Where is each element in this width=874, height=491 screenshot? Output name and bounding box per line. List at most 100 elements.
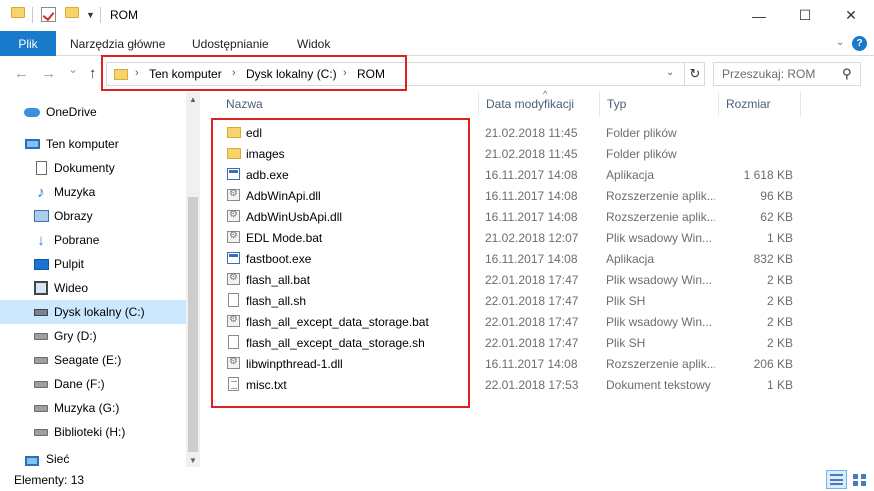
file-date: 22.01.2018 17:47 — [485, 336, 579, 350]
file-date: 21.02.2018 11:45 — [485, 126, 578, 140]
help-icon[interactable]: ? — [852, 36, 867, 51]
tab-home[interactable]: Narzędzia główne — [70, 31, 165, 56]
sidebar-item-desktop[interactable]: Pulpit — [0, 252, 186, 276]
properties-icon[interactable] — [41, 7, 56, 22]
maximize-button[interactable]: ☐ — [782, 0, 828, 31]
quick-access-divider — [32, 7, 33, 23]
sidebar-item-documents[interactable]: Dokumenty — [0, 156, 186, 180]
sidebar-item-downloads[interactable]: ↓ Pobrane — [0, 228, 186, 252]
column-header-size[interactable]: Rozmiar — [726, 97, 771, 111]
refresh-icon[interactable]: ↻ — [684, 63, 705, 85]
sidebar-item-drive-g[interactable]: Muzyka (G:) — [0, 396, 186, 420]
sidebar-item-label: OneDrive — [46, 105, 97, 119]
column-divider[interactable] — [478, 92, 479, 116]
sidebar-item-label: Ten komputer — [46, 137, 119, 151]
video-icon — [33, 281, 49, 295]
tab-share[interactable]: Udostępnianie — [192, 31, 269, 56]
file-size: 832 KB — [753, 252, 793, 266]
drive-icon — [33, 353, 49, 367]
column-header-type[interactable]: Typ — [607, 97, 626, 111]
scroll-down-arrow-icon[interactable]: ▼ — [186, 453, 200, 467]
drive-icon — [33, 377, 49, 391]
sidebar-scrollbar[interactable]: ▲ ▼ — [186, 92, 200, 467]
file-date: 22.01.2018 17:53 — [485, 378, 579, 392]
address-history-dropdown-icon[interactable]: ⌄ — [666, 67, 674, 78]
sidebar-item-drive-h[interactable]: Biblioteki (H:) — [0, 420, 186, 444]
sidebar-item-local-disk-c[interactable]: Dysk lokalny (C:) — [0, 300, 186, 324]
file-size: 1 KB — [766, 231, 793, 245]
network-icon — [24, 454, 40, 466]
downloads-icon: ↓ — [37, 231, 45, 249]
file-date: 22.01.2018 17:47 — [485, 273, 579, 287]
sidebar-item-label: Pulpit — [54, 257, 85, 271]
back-button[interactable]: ← — [14, 65, 29, 82]
column-header-name[interactable]: Nazwa — [226, 97, 263, 111]
customize-quick-access-icon[interactable]: ▼ — [86, 10, 95, 20]
tab-file[interactable]: Plik — [0, 31, 56, 56]
column-divider[interactable] — [718, 92, 719, 116]
column-divider[interactable] — [599, 92, 600, 116]
ribbon-tabs: Plik Narzędzia główne Udostępnianie Wido… — [0, 31, 874, 56]
up-button[interactable]: ↑ — [89, 65, 97, 82]
file-type: Folder plików — [606, 126, 677, 140]
sidebar-item-pictures[interactable]: Obrazy — [0, 204, 186, 228]
forward-button[interactable]: → — [41, 65, 56, 82]
drive-icon — [33, 425, 49, 439]
file-date: 16.11.2017 14:08 — [485, 189, 578, 203]
sidebar-item-drive-f[interactable]: Dane (F:) — [0, 372, 186, 396]
sidebar-item-label: Muzyka — [54, 185, 96, 199]
folder-icon — [11, 7, 25, 18]
file-list-highlight-box — [211, 118, 470, 408]
sidebar-item-label: Gry (D:) — [54, 329, 97, 343]
sidebar-item-onedrive[interactable]: OneDrive — [0, 100, 186, 124]
file-date: 16.11.2017 14:08 — [485, 357, 578, 371]
search-input[interactable]: Przeszukaj: ROM — [722, 67, 815, 81]
search-icon[interactable]: ⚲ — [842, 66, 852, 82]
drive-icon — [33, 401, 49, 415]
column-divider[interactable] — [800, 92, 801, 116]
navigation-pane: OneDrive Ten komputer Dokumenty ♪ Muzyka… — [0, 92, 200, 467]
column-headers: ^ Nazwa Data modyfikacji Typ Rozmiar — [200, 89, 874, 116]
expand-ribbon-icon[interactable]: ⌄ — [836, 37, 844, 48]
close-button[interactable]: ✕ — [828, 0, 874, 31]
sidebar-item-label: Pobrane — [54, 233, 100, 247]
file-type: Plik wsadowy Win... — [606, 231, 713, 245]
sidebar-item-videos[interactable]: Wideo — [0, 276, 186, 300]
sidebar-item-drive-d[interactable]: Gry (D:) — [0, 324, 186, 348]
file-size: 1 KB — [766, 378, 793, 392]
details-view-button[interactable] — [826, 470, 847, 489]
sidebar-item-drive-e[interactable]: Seagate (E:) — [0, 348, 186, 372]
recent-locations-button[interactable]: ⌄ — [68, 62, 78, 76]
file-type: Rozszerzenie aplik... — [606, 357, 715, 371]
sidebar-item-music[interactable]: ♪ Muzyka — [0, 180, 186, 204]
file-size: 1 618 KB — [743, 168, 793, 182]
sidebar-item-this-pc[interactable]: Ten komputer — [0, 132, 186, 156]
file-size: 62 KB — [760, 210, 793, 224]
status-bar: Elementy: 13 — [0, 467, 874, 491]
drive-icon — [33, 329, 49, 343]
file-date: 21.02.2018 11:45 — [485, 147, 578, 161]
scrollbar-thumb[interactable] — [188, 197, 198, 452]
sidebar-item-label: Wideo — [54, 281, 89, 295]
tab-view[interactable]: Widok — [297, 31, 330, 56]
item-count: Elementy: 13 — [14, 473, 85, 487]
large-icons-view-button[interactable] — [849, 470, 870, 489]
file-size: 2 KB — [766, 336, 793, 350]
sidebar-item-network[interactable]: Sieć — [0, 452, 186, 466]
scroll-up-arrow-icon[interactable]: ▲ — [186, 92, 200, 106]
search-box[interactable]: Przeszukaj: ROM ⚲ — [713, 62, 861, 86]
file-type: Aplikacja — [606, 252, 655, 266]
cloud-icon — [24, 105, 40, 119]
address-highlight-box — [101, 55, 407, 91]
music-icon: ♪ — [37, 183, 45, 201]
column-header-date[interactable]: Data modyfikacji — [486, 97, 574, 111]
file-type: Aplikacja — [606, 168, 655, 182]
pictures-icon — [33, 209, 49, 223]
new-folder-icon[interactable] — [65, 7, 79, 18]
file-type: Rozszerzenie aplik... — [606, 210, 715, 224]
file-type: Folder plików — [606, 147, 677, 161]
minimize-button[interactable]: — — [736, 0, 782, 31]
file-type: Rozszerzenie aplik... — [606, 189, 715, 203]
file-type: Plik SH — [606, 294, 646, 308]
sidebar-item-label: Seagate (E:) — [54, 353, 122, 367]
